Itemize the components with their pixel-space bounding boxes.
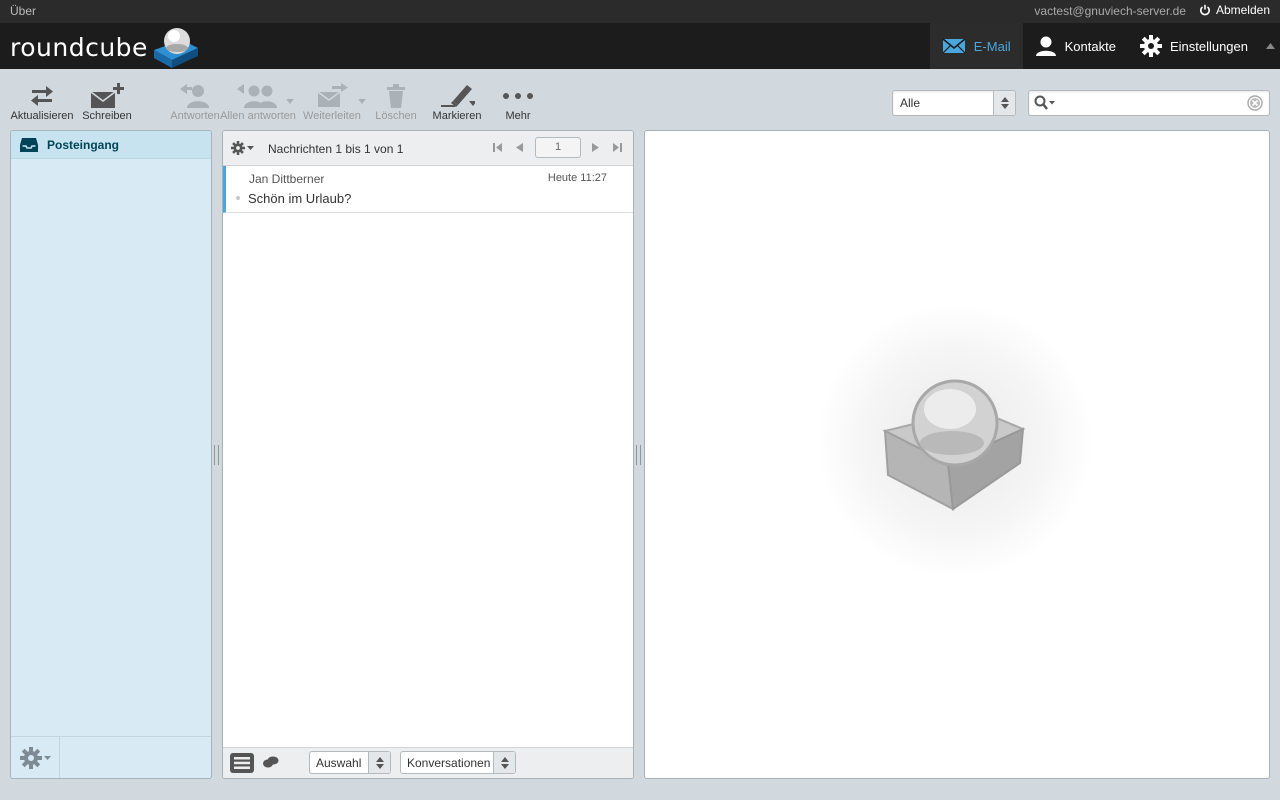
filter-value: Alle [900, 96, 921, 110]
task-contacts-label: Kontakte [1064, 38, 1116, 54]
task-mail[interactable]: E-Mail [929, 23, 1023, 69]
list-options-button[interactable] [231, 141, 254, 155]
reply-all-icon [237, 84, 277, 108]
previous-page-icon[interactable] [516, 143, 523, 152]
filter-select[interactable]: Alle [892, 90, 1016, 116]
taskbar: E-Mail Kontakte Einstellungen [929, 23, 1280, 69]
list-mode-button[interactable] [230, 753, 254, 773]
message-subject: Schön im Urlaub? [248, 191, 352, 206]
folder-splitter[interactable] [214, 445, 219, 465]
top-line: Über vactest@gnuviech-server.de Abmelden [0, 0, 1280, 23]
message-row[interactable]: Jan Dittberner Heute 11:27 Schön im Urla… [223, 166, 633, 213]
clear-search-icon[interactable] [1247, 95, 1263, 111]
logo[interactable]: roundcube [10, 25, 200, 69]
chevron-down-icon [43, 755, 51, 760]
delete-button[interactable]: Löschen [364, 83, 428, 125]
message-list-header: Nachrichten 1 bis 1 von 1 1 [223, 131, 633, 166]
envelope-icon [942, 38, 966, 54]
folder-actions-button[interactable] [11, 737, 60, 778]
message-count: Nachrichten 1 bis 1 von 1 [268, 142, 404, 156]
select-arrows-icon [368, 752, 390, 773]
search-options-button[interactable] [1034, 95, 1056, 111]
search-input[interactable] [1059, 94, 1239, 112]
reply-icon [180, 84, 209, 108]
reply-all-button[interactable]: Allen antworten [218, 83, 298, 125]
header: roundcube E-Mail Kontakte Einstellungen [0, 23, 1280, 69]
header-collapse-button[interactable] [1260, 23, 1280, 69]
reply-all-dropdown-icon[interactable] [286, 99, 294, 104]
message-date: Heute 11:27 [547, 172, 607, 184]
select-arrows-icon [493, 752, 515, 773]
inbox-icon [20, 137, 38, 152]
list-icon [234, 757, 250, 769]
folder-list: Posteingang [10, 130, 212, 779]
person-icon [1035, 36, 1056, 56]
compose-button[interactable]: Schreiben [75, 83, 139, 125]
roundcube-logo-icon [153, 28, 198, 68]
folder-inbox[interactable]: Posteingang [11, 131, 211, 159]
message-list-footer: Auswahl Konversationen [223, 747, 633, 778]
last-page-icon[interactable] [613, 143, 622, 152]
threads-icon[interactable] [263, 756, 279, 768]
gear-icon [231, 141, 245, 155]
folder-inbox-label: Posteingang [47, 137, 120, 152]
more-dots-icon [503, 93, 533, 99]
compose-label: Schreiben [82, 110, 132, 122]
message-list: Nachrichten 1 bis 1 von 1 1 Jan Dittbern… [222, 130, 634, 779]
message-sender: Jan Dittberner [249, 172, 325, 186]
preview-pane [644, 130, 1270, 779]
select-dropdown[interactable]: Auswahl [309, 751, 391, 774]
mark-button[interactable]: Markieren [425, 83, 489, 125]
compose-icon [90, 83, 124, 108]
list-splitter[interactable] [636, 445, 641, 465]
first-page-icon[interactable] [493, 143, 502, 152]
gear-icon [1139, 35, 1162, 57]
page-number-input[interactable]: 1 [535, 137, 581, 158]
gear-icon [19, 746, 42, 769]
about-link[interactable]: Über [10, 4, 36, 18]
chevron-down-icon [247, 146, 254, 150]
folder-footer [11, 736, 211, 778]
reply-all-label: Allen antworten [220, 110, 296, 122]
task-mail-label: E-Mail [973, 38, 1011, 54]
trash-icon [387, 84, 405, 108]
select-arrows-icon [993, 91, 1015, 115]
more-label: Mehr [505, 110, 531, 122]
power-icon [1200, 4, 1210, 16]
unread-dot-icon[interactable] [236, 196, 240, 200]
select-dropdown-value: Auswahl [316, 756, 362, 770]
task-settings-label: Einstellungen [1169, 38, 1248, 54]
logo-text: roundcube [10, 32, 148, 62]
threads-dropdown[interactable]: Konversationen [400, 751, 516, 774]
forward-icon [317, 83, 348, 107]
refresh-label: Aktualisieren [10, 110, 74, 122]
forward-button[interactable]: Weiterleiten [300, 83, 366, 125]
marker-pen-icon [441, 85, 475, 107]
more-button[interactable]: Mehr [486, 83, 550, 125]
refresh-button[interactable]: Aktualisieren [10, 83, 74, 125]
next-page-icon[interactable] [592, 143, 599, 152]
logout-button[interactable]: Abmelden [1199, 3, 1270, 17]
refresh-arrows-icon [31, 86, 53, 106]
username: vactest@gnuviech-server.de [1034, 4, 1186, 18]
task-settings[interactable]: Einstellungen [1128, 23, 1260, 69]
forward-label: Weiterleiten [303, 110, 361, 122]
task-contacts[interactable]: Kontakte [1023, 23, 1128, 69]
roundcube-watermark-icon [882, 379, 1026, 511]
threads-dropdown-value: Konversationen [407, 756, 491, 770]
mark-label: Markieren [432, 110, 482, 122]
search-icon [1034, 95, 1055, 110]
delete-label: Löschen [375, 110, 417, 122]
logout-label: Abmelden [1215, 3, 1270, 17]
search-box[interactable] [1028, 90, 1270, 116]
triangle-up-icon [1265, 43, 1275, 49]
